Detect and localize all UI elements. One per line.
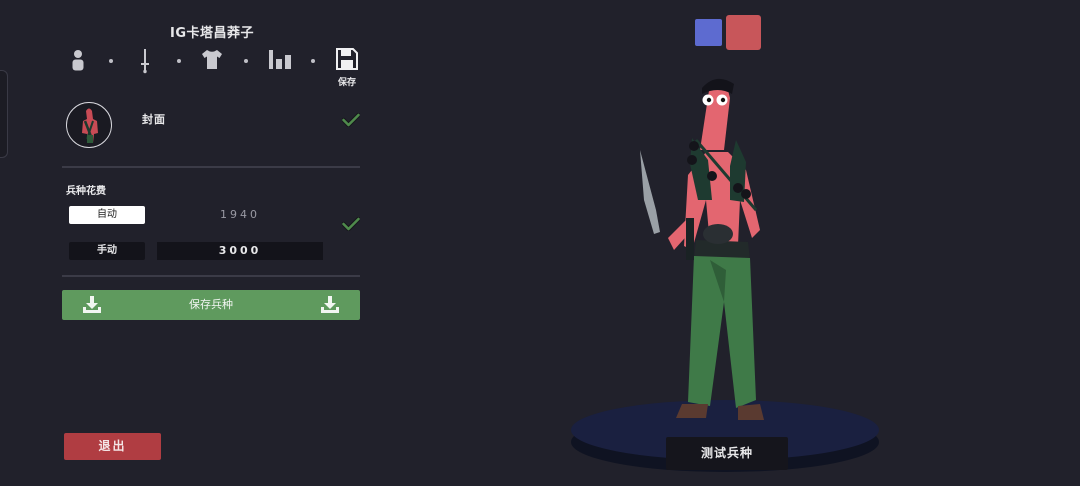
save-step-label: 保存 (337, 78, 356, 88)
side-pull-tab[interactable] (0, 70, 8, 158)
team-red-button[interactable] (726, 15, 761, 50)
person-icon[interactable] (71, 48, 85, 76)
floppy-disk-icon (336, 48, 358, 70)
auto-cost-button[interactable]: 自动 (69, 206, 145, 224)
save-step-button[interactable]: 保存 (334, 48, 360, 88)
cover-avatar[interactable] (66, 102, 112, 148)
team-blue-button[interactable] (695, 19, 722, 46)
save-unit-button[interactable]: 保存兵种 (62, 290, 360, 320)
exit-button[interactable]: 退出 (64, 433, 161, 460)
manual-cost-input[interactable]: 3000 (157, 242, 323, 260)
shirt-icon[interactable] (200, 48, 224, 74)
editor-steps-bar: 保存 (66, 48, 362, 88)
step-separator-dot (244, 59, 248, 63)
cover-check-icon[interactable] (342, 113, 360, 127)
unit-name-title: IG卡塔昌莽子 (169, 26, 254, 41)
cost-check-icon[interactable] (342, 217, 360, 231)
save-unit-label: 保存兵种 (189, 298, 233, 311)
auto-cost-value: 1940 (220, 208, 260, 221)
step-separator-dot (177, 59, 181, 63)
section-divider (62, 166, 360, 168)
cover-label: 封面 (142, 113, 166, 126)
unit-preview-stage[interactable] (560, 70, 890, 480)
download-icon (321, 296, 339, 313)
cost-section-title: 兵种花费 (66, 186, 106, 197)
section-divider (62, 275, 360, 277)
test-unit-button[interactable]: 测试兵种 (666, 437, 788, 470)
sword-icon[interactable] (140, 48, 150, 78)
step-separator-dot (311, 59, 315, 63)
manual-cost-button[interactable]: 手动 (69, 242, 145, 260)
step-separator-dot (109, 59, 113, 63)
stats-icon[interactable] (268, 48, 292, 74)
